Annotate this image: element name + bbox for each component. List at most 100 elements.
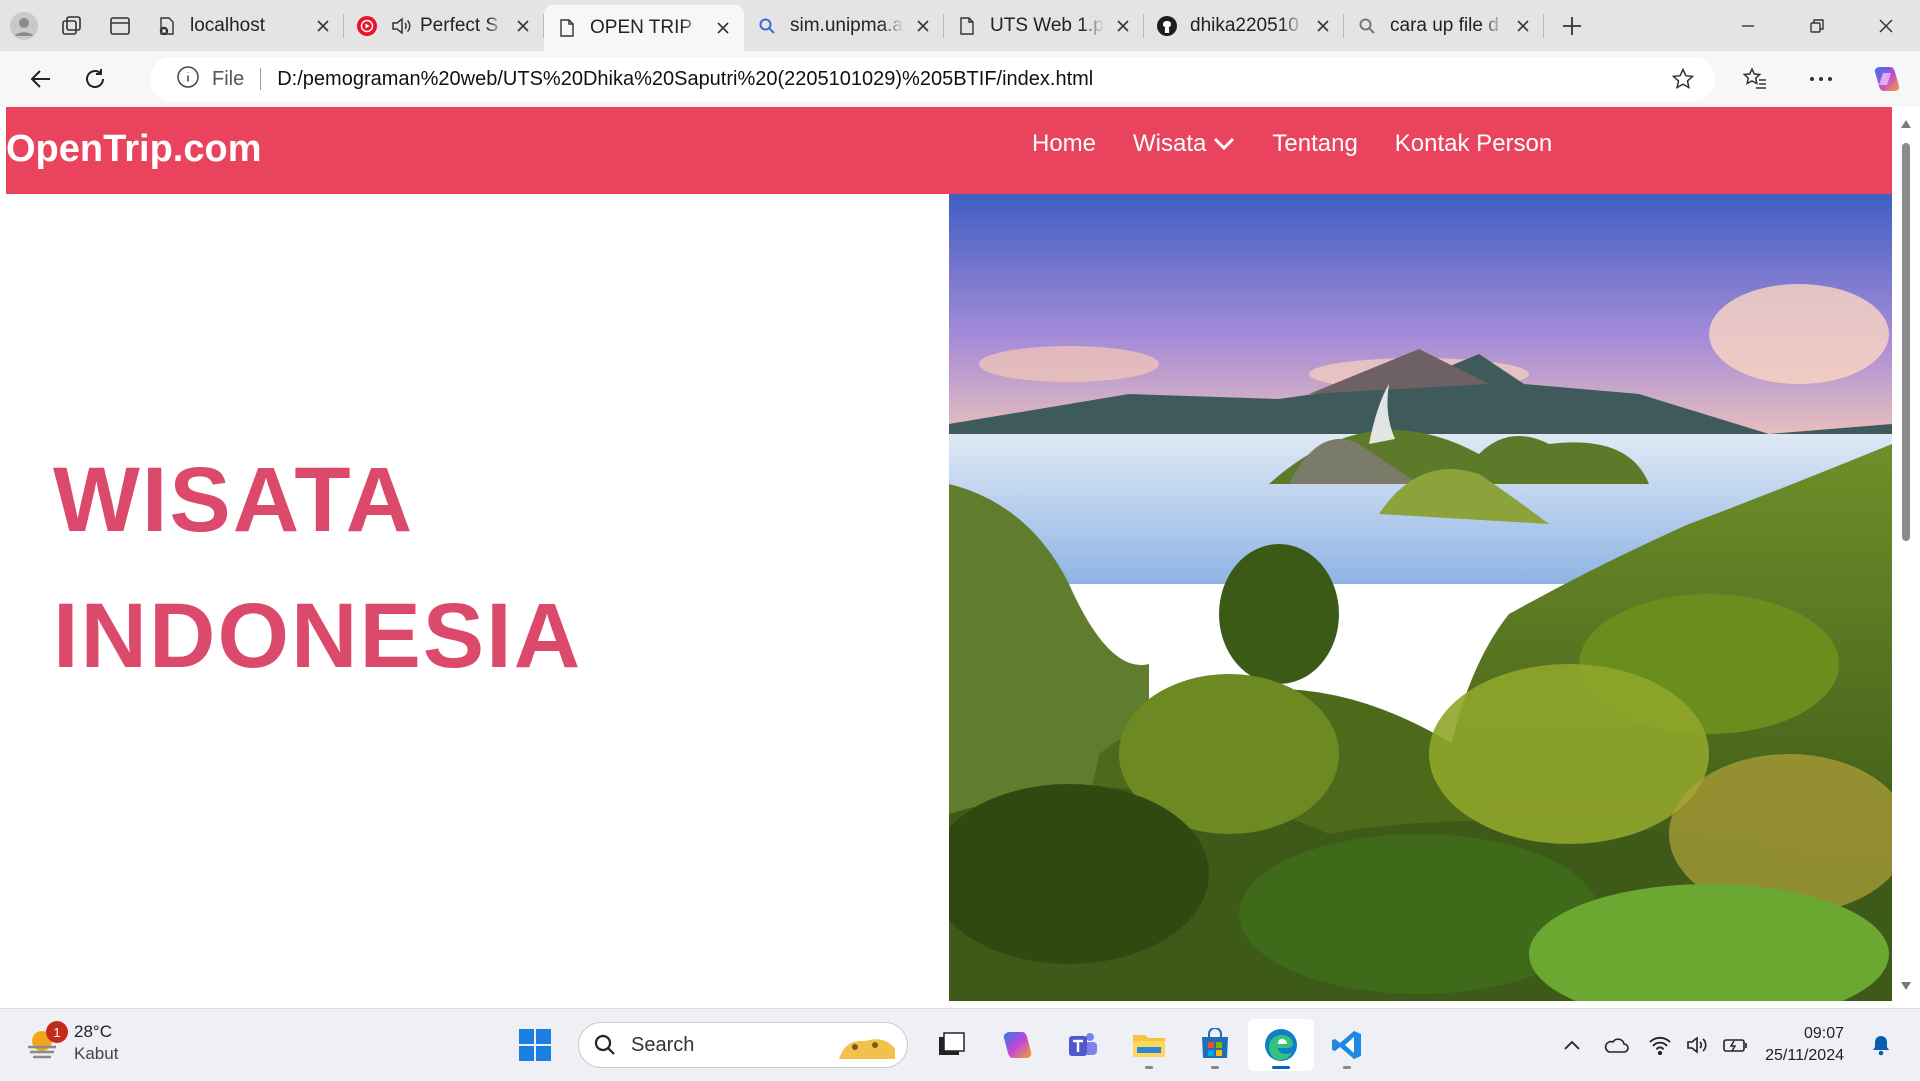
- vscode-icon[interactable]: [1314, 1019, 1380, 1071]
- tab-title: localhost: [190, 14, 265, 36]
- url-text[interactable]: D:/pemograman%20web/UTS%20Dhika%20Saputr…: [277, 68, 1093, 91]
- close-tab-icon[interactable]: [1112, 15, 1134, 37]
- search-highlight-icon: [839, 1039, 895, 1059]
- nav-wisata-label: Wisata: [1133, 130, 1207, 157]
- page-scrollbar[interactable]: [1892, 107, 1920, 1001]
- profile-avatar-icon[interactable]: [0, 0, 48, 51]
- window-controls: [1713, 0, 1920, 51]
- tab-localhost[interactable]: localhost: [144, 0, 344, 51]
- system-tray: 09:07 25/11/2024: [1553, 1009, 1920, 1081]
- running-indicator: [1272, 1066, 1290, 1069]
- search-icon: [594, 1034, 615, 1055]
- weather-badge: 1: [46, 1021, 68, 1043]
- workspaces-icon[interactable]: [48, 0, 96, 51]
- tab-title: UTS Web 1.p: [990, 14, 1104, 36]
- favorites-icon[interactable]: [1722, 51, 1788, 107]
- new-tab-icon[interactable]: [1544, 0, 1600, 51]
- tab-title: Perfect S: [420, 14, 499, 36]
- windows-taskbar: 1 28°C Kabut Search 09:07 25/11/2024: [0, 1008, 1920, 1080]
- copilot-app-icon[interactable]: [984, 1019, 1050, 1071]
- file-explorer-icon[interactable]: [1116, 1019, 1182, 1071]
- task-view-icon[interactable]: [918, 1019, 984, 1071]
- taskbar-search[interactable]: Search: [578, 1022, 908, 1068]
- teams-icon[interactable]: [1050, 1019, 1116, 1071]
- copilot-icon[interactable]: [1854, 51, 1920, 107]
- weather-widget[interactable]: 1 28°C Kabut: [24, 1021, 118, 1065]
- tab-github[interactable]: dhika220510: [1144, 0, 1344, 51]
- store-icon[interactable]: [1182, 1019, 1248, 1071]
- scheme-label: File: [212, 67, 245, 90]
- search-icon: [756, 15, 778, 37]
- edge-icon[interactable]: [1248, 1019, 1314, 1071]
- notification-bell-icon[interactable]: [1862, 1034, 1900, 1056]
- tab-strip: localhost Perfect S OPEN TRIP sim.unipma…: [0, 0, 1920, 51]
- hero-line-1: WISATA: [53, 449, 415, 551]
- wifi-icon[interactable]: [1641, 1035, 1679, 1055]
- favorite-star-icon[interactable]: [1671, 67, 1695, 96]
- nav-kontak[interactable]: Kontak Person: [1395, 130, 1552, 158]
- close-tab-icon[interactable]: [1312, 15, 1334, 37]
- github-icon: [1156, 15, 1178, 37]
- chevron-up-icon[interactable]: [1553, 1040, 1591, 1050]
- scroll-up-icon[interactable]: [1900, 119, 1912, 129]
- tab-open-trip[interactable]: OPEN TRIP: [544, 5, 744, 51]
- search-placeholder: Search: [631, 1033, 695, 1056]
- battery-icon[interactable]: [1717, 1037, 1755, 1053]
- tab-perfect[interactable]: Perfect S: [344, 0, 544, 51]
- tab-sim-unipma[interactable]: sim.unipma.a: [744, 0, 944, 51]
- close-window-icon[interactable]: [1851, 0, 1920, 51]
- running-indicator: [1145, 1066, 1153, 1069]
- refresh-icon[interactable]: [68, 57, 122, 101]
- tab-uts-web[interactable]: UTS Web 1.p: [944, 0, 1144, 51]
- scrollbar-thumb[interactable]: [1902, 143, 1910, 541]
- running-indicator: [1211, 1066, 1219, 1069]
- onedrive-icon[interactable]: [1591, 1037, 1641, 1053]
- tab-actions-icon[interactable]: [96, 0, 144, 51]
- chevron-down-icon: [1213, 130, 1235, 158]
- clock-date: 25/11/2024: [1765, 1047, 1844, 1064]
- divider: [260, 68, 262, 90]
- close-tab-icon[interactable]: [512, 15, 534, 37]
- hero-mountain-image: [949, 194, 1892, 1001]
- search-icon: [1356, 15, 1378, 37]
- more-menu-icon[interactable]: [1788, 51, 1854, 107]
- site-navbar: OpenTrip.com Home Wisata Tentang Kontak …: [6, 107, 1892, 194]
- site-brand[interactable]: OpenTrip.com: [6, 128, 261, 171]
- nav-wisata[interactable]: Wisata: [1133, 130, 1235, 158]
- hero-title: WISATA INDONESIA: [53, 432, 582, 704]
- address-bar[interactable]: File D:/pemograman%20web/UTS%20Dhika%20S…: [150, 57, 1715, 101]
- toolbar-right: [1722, 51, 1920, 107]
- browser-window: localhost Perfect S OPEN TRIP sim.unipma…: [0, 0, 1920, 1008]
- page-error-icon: [156, 15, 178, 37]
- hero-line-2: INDONESIA: [53, 585, 583, 687]
- tab-title: OPEN TRIP: [590, 17, 693, 38]
- hero-text-panel: WISATA INDONESIA: [6, 194, 949, 1001]
- tab-title: cara up file d: [1390, 14, 1499, 36]
- close-tab-icon[interactable]: [1512, 15, 1534, 37]
- address-toolbar: File D:/pemograman%20web/UTS%20Dhika%20S…: [0, 51, 1920, 107]
- document-icon: [956, 15, 978, 37]
- close-tab-icon[interactable]: [912, 15, 934, 37]
- youtube-music-icon: [356, 15, 378, 37]
- system-clock[interactable]: 09:07 25/11/2024: [1765, 1023, 1844, 1067]
- speaker-icon[interactable]: [390, 15, 412, 37]
- start-icon[interactable]: [502, 1019, 568, 1071]
- volume-icon[interactable]: [1679, 1035, 1717, 1055]
- minimize-icon[interactable]: [1713, 0, 1782, 51]
- back-icon[interactable]: [14, 57, 68, 101]
- document-icon: [556, 17, 578, 39]
- nav-home[interactable]: Home: [1032, 130, 1096, 158]
- close-tab-icon[interactable]: [712, 17, 734, 39]
- close-tab-icon[interactable]: [312, 15, 334, 37]
- weather-temp: 28°C: [74, 1022, 112, 1041]
- running-indicator: [1343, 1066, 1351, 1069]
- page-viewport: OpenTrip.com Home Wisata Tentang Kontak …: [6, 107, 1892, 1001]
- restore-icon[interactable]: [1782, 0, 1851, 51]
- scroll-down-icon[interactable]: [1900, 981, 1912, 991]
- info-icon[interactable]: [176, 65, 200, 94]
- tab-cara-up-file[interactable]: cara up file d: [1344, 0, 1544, 51]
- tab-title: dhika220510: [1190, 14, 1299, 36]
- nav-tentang[interactable]: Tentang: [1272, 130, 1357, 158]
- site-menu: Home Wisata Tentang Kontak Person: [1032, 130, 1589, 158]
- taskbar-apps: Search: [502, 1019, 1380, 1071]
